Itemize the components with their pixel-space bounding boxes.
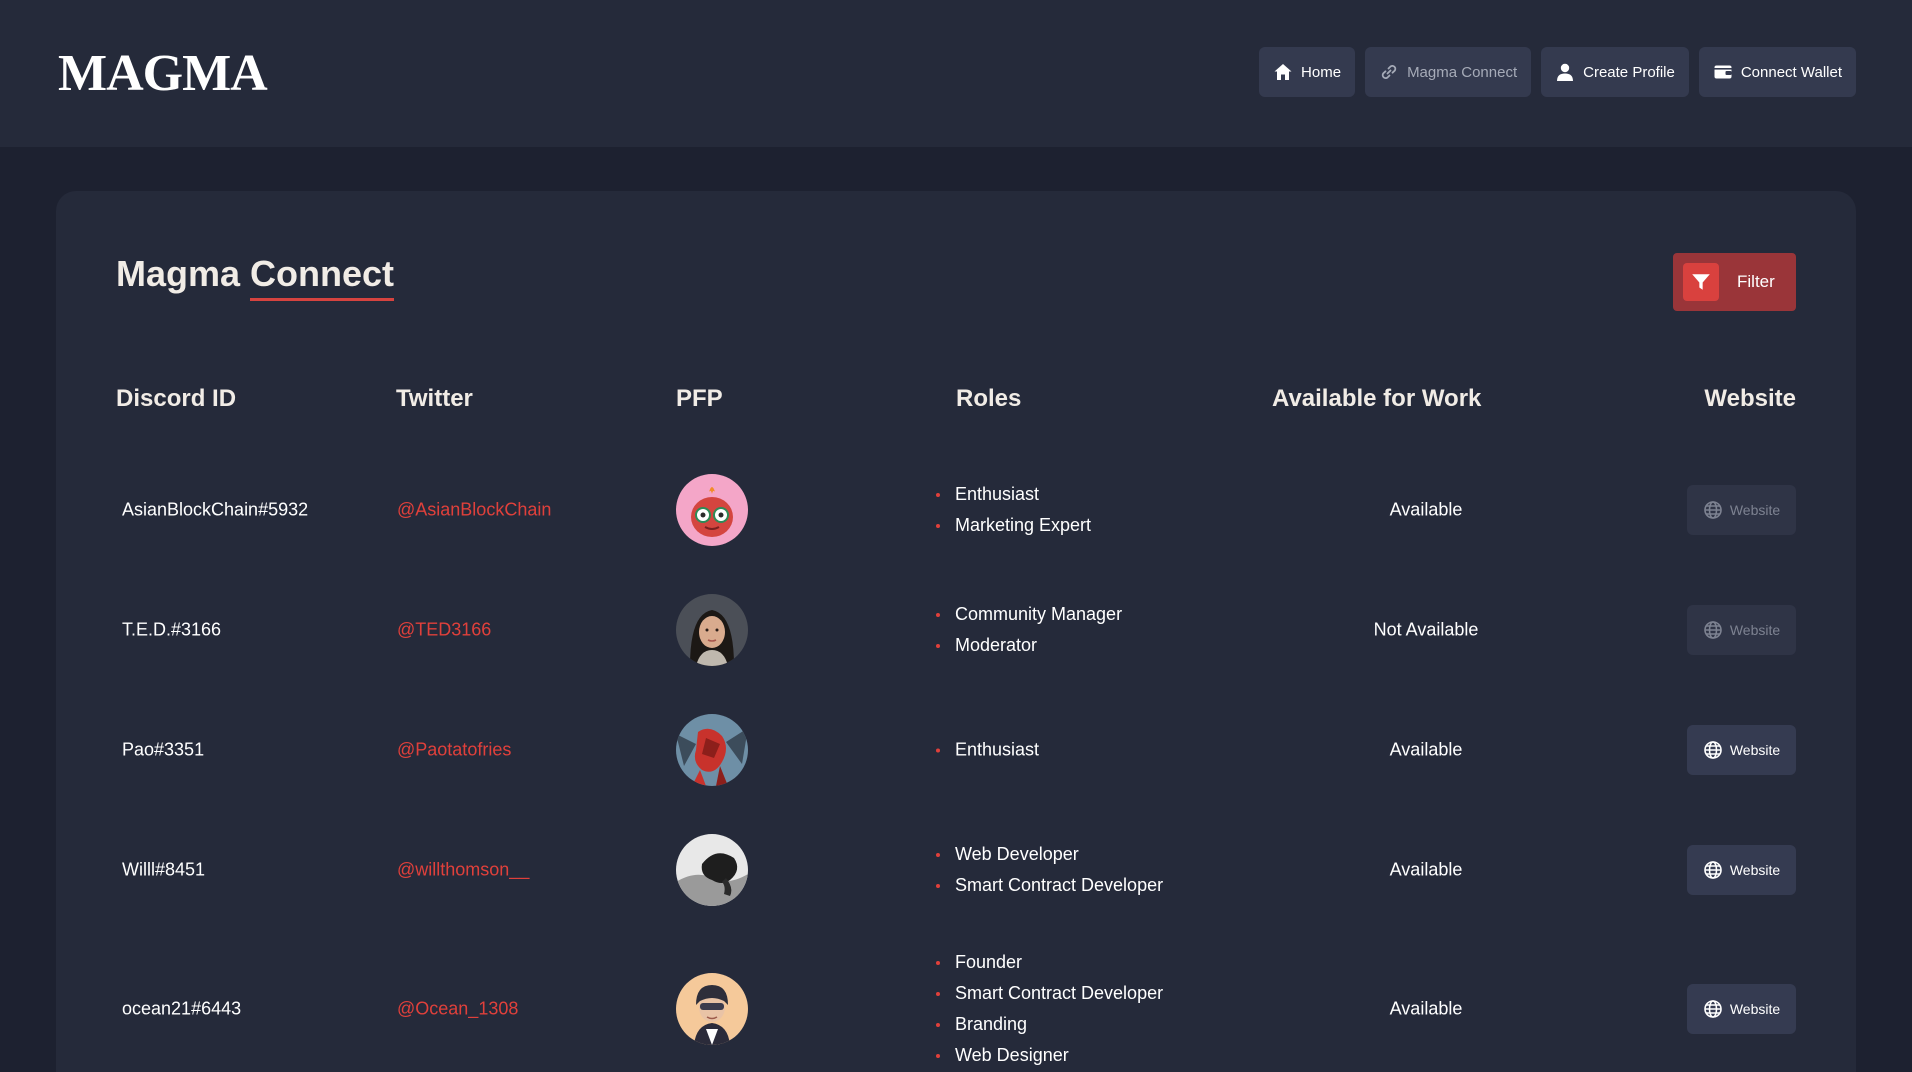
top-navigation-bar: MAGMA Home Magma Connect Create Profile (0, 0, 1912, 147)
nav-home-button[interactable]: Home (1259, 47, 1356, 97)
roles-list: Community Manager Moderator (936, 599, 1122, 661)
globe-icon (1703, 860, 1723, 880)
website-button[interactable]: Website (1687, 605, 1796, 655)
home-icon (1273, 62, 1293, 82)
discord-id: ocean21#6443 (122, 998, 242, 1019)
twitter-link[interactable]: @AsianBlockChain (397, 500, 551, 521)
column-header-website: Website (1704, 385, 1796, 412)
profile-picture[interactable] (676, 594, 748, 666)
column-header-discord: Discord ID (116, 385, 237, 412)
website-label: Website (1729, 502, 1781, 518)
profile-picture[interactable] (676, 474, 748, 546)
page-title: Magma Connect (116, 253, 395, 301)
globe-icon (1703, 740, 1723, 760)
role-item: Moderator (936, 630, 1122, 661)
availability-status: Available (1389, 499, 1463, 520)
filter-button[interactable]: Filter (1673, 253, 1796, 311)
nav-magma-connect-button[interactable]: Magma Connect (1365, 47, 1532, 97)
nav-connect-wallet-button[interactable]: Connect Wallet (1698, 47, 1856, 97)
discord-id: T.E.D.#3166 (122, 619, 222, 640)
profile-picture[interactable] (676, 714, 748, 786)
role-item: Community Manager (936, 599, 1122, 630)
availability-status: Not Available (1373, 619, 1479, 640)
column-header-available-for-work: Available for Work (1272, 385, 1482, 412)
magma-connect-panel: Magma Connect Filter Discord ID Twitter … (56, 191, 1856, 1072)
discord-id: Willl#8451 (122, 859, 206, 880)
roles-list: Web Developer Smart Contract Developer (936, 839, 1163, 901)
website-button[interactable]: Website (1687, 845, 1796, 895)
twitter-link[interactable]: @Ocean_1308 (397, 999, 518, 1020)
role-item: Founder (936, 947, 1163, 978)
main-nav: Home Magma Connect Create Profile Connec… (1259, 47, 1856, 97)
role-item: Marketing Expert (936, 510, 1091, 541)
website-label: Website (1729, 862, 1781, 878)
nav-connect-wallet-label: Connect Wallet (1740, 63, 1842, 81)
twitter-link[interactable]: @willthomson__ (397, 860, 529, 881)
link-icon (1379, 62, 1399, 82)
nav-create-profile-button[interactable]: Create Profile (1541, 47, 1689, 97)
profile-picture[interactable] (676, 834, 748, 906)
discord-id: AsianBlockChain#5932 (122, 499, 309, 520)
website-label: Website (1729, 742, 1781, 758)
availability-status: Available (1389, 859, 1463, 880)
website-button[interactable]: Website (1687, 485, 1796, 535)
website-label: Website (1729, 1001, 1781, 1017)
globe-icon (1703, 500, 1723, 520)
user-icon (1555, 62, 1575, 82)
profile-picture[interactable] (676, 973, 748, 1045)
website-label: Website (1729, 622, 1781, 638)
funnel-icon (1683, 263, 1719, 301)
role-item: Enthusiast (936, 735, 1039, 766)
role-item: Web Designer (936, 1040, 1163, 1071)
role-item: Smart Contract Developer (936, 978, 1163, 1009)
website-button[interactable]: Website (1687, 725, 1796, 775)
role-item: Branding (936, 1009, 1163, 1040)
magma-logo[interactable]: MAGMA (58, 44, 268, 103)
discord-id: Pao#3351 (122, 739, 205, 760)
wallet-icon (1713, 62, 1733, 82)
table-row: T.E.D.#3166 @TED3166 Community Manager M… (56, 570, 1856, 690)
availability-status: Available (1389, 998, 1463, 1019)
table-row: AsianBlockChain#5932 @AsianBlockChain En… (56, 450, 1856, 570)
page-title-part-2: Connect (250, 253, 395, 301)
table-row: Willl#8451 @willthomson__ Web Developer … (56, 810, 1856, 930)
role-item: Smart Contract Developer (936, 870, 1163, 901)
twitter-link[interactable]: @TED3166 (397, 620, 491, 641)
nav-create-profile-label: Create Profile (1583, 63, 1675, 81)
nav-home-label: Home (1301, 63, 1342, 81)
twitter-link[interactable]: @Paotatofries (397, 740, 511, 761)
role-item: Enthusiast (936, 479, 1091, 510)
column-header-pfp: PFP (676, 385, 723, 412)
column-header-roles: Roles (956, 385, 1022, 412)
globe-icon (1703, 999, 1723, 1019)
roles-list: Enthusiast (936, 735, 1039, 766)
filter-label: Filter (1737, 272, 1775, 291)
column-header-twitter: Twitter (396, 385, 473, 412)
role-item: Web Developer (936, 839, 1163, 870)
availability-status: Available (1389, 739, 1463, 760)
roles-list: Enthusiast Marketing Expert (936, 479, 1091, 541)
globe-icon (1703, 620, 1723, 640)
table-row: ocean21#6443 @Ocean_1308 Founder Smart C… (56, 930, 1856, 1072)
nav-magma-connect-label: Magma Connect (1407, 63, 1518, 81)
roles-list: Founder Smart Contract Developer Brandin… (936, 947, 1163, 1071)
page-title-part-1: Magma (116, 253, 241, 294)
website-button[interactable]: Website (1687, 984, 1796, 1034)
table-row: Pao#3351 @Paotatofries Enthusiast Availa… (56, 690, 1856, 810)
